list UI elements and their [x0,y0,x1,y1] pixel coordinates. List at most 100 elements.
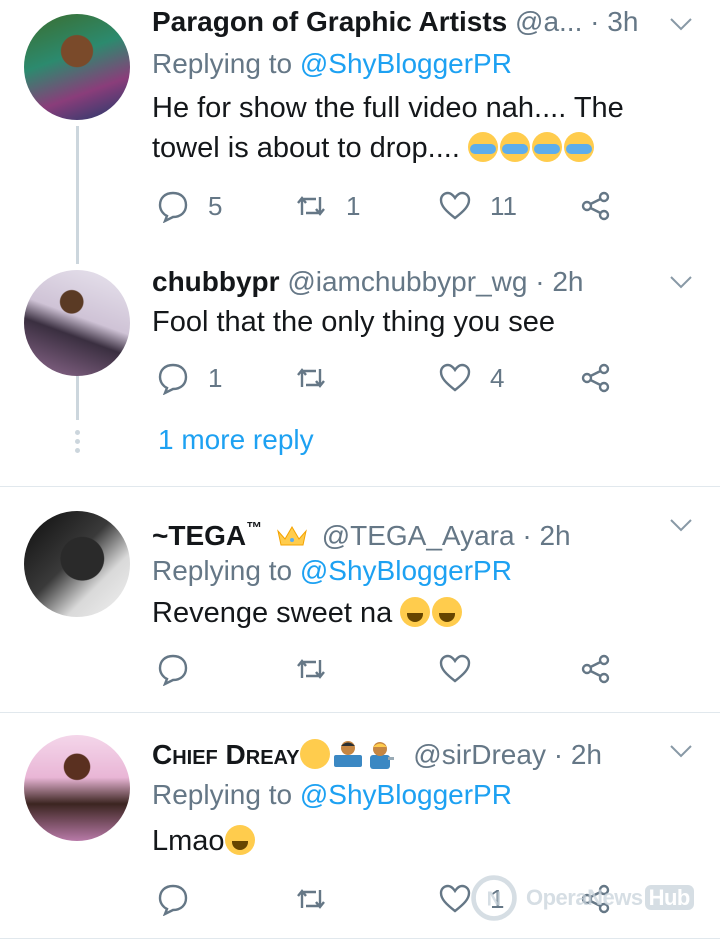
retweet-icon [297,368,325,388]
replying-to-label: Replying to [152,555,293,586]
avatar[interactable] [24,511,130,617]
chevron-down-icon[interactable] [668,741,694,761]
heart-icon [439,884,471,913]
user-handle[interactable]: @sirDreay [413,739,546,770]
tweet-header: chubbypr @iamchubbypr_wg · 2h [152,264,660,300]
share-icon [581,654,610,684]
thread-line [76,376,79,420]
timestamp[interactable]: 3h [607,6,638,37]
like-count: 11 [490,190,517,221]
watermark-news: News [587,885,643,910]
reply-count: 1 [208,362,223,393]
like-button[interactable] [438,649,490,689]
replying-to: Replying to @ShyBloggerPR [152,777,512,813]
thread-dots [75,430,80,457]
user-handle[interactable]: @TEGA_Ayara [322,520,515,551]
like-button[interactable]: 4 [438,358,504,398]
reply-button[interactable] [156,649,208,689]
avatar[interactable] [24,14,130,120]
opera-news-hub-watermark: N OperaNews Hub [468,870,712,926]
chevron-down-icon[interactable] [668,272,694,292]
display-name[interactable]: ~TEGA [152,520,246,551]
user-handle[interactable]: @a... [515,6,582,37]
chevron-down-icon[interactable] [668,515,694,535]
opera-news-logo-icon: N [471,875,517,921]
tweet-2[interactable]: chubbypr @iamchubbypr_wg · 2h Fool that … [0,250,720,486]
tweet-header: Chief Dreay @sirDreay · 2h [152,737,660,773]
face-with-medical-mask-icon [299,739,330,769]
heart-icon [439,654,471,683]
tweet-actions: 5 1 11 [152,186,632,226]
share-button[interactable] [578,186,612,226]
separator-dot: · [522,520,532,551]
replying-to: Replying to @ShyBloggerPR [152,553,512,589]
mention-link[interactable]: @ShyBloggerPR [300,779,512,810]
loudly-crying-face-icon [467,132,498,162]
replying-to-label: Replying to [152,48,293,79]
like-button[interactable]: 11 [438,186,517,226]
tweet-text-line: He for show the full video nah.... The [152,92,624,124]
like-count: 4 [490,362,505,393]
heart-icon [439,363,471,392]
tweet-text: Revenge sweet na [152,593,680,633]
tweet-text-body: Revenge sweet na [152,597,393,629]
share-icon [581,191,610,221]
face-with-tears-of-joy-icon [432,597,463,627]
reply-icon [158,884,188,916]
retweet-button[interactable] [294,649,346,689]
reply-button[interactable]: 5 [156,186,222,226]
mention-link[interactable]: @ShyBloggerPR [300,48,512,79]
avatar[interactable] [24,735,130,841]
timestamp[interactable]: 2h [552,266,583,297]
share-icon [581,363,610,393]
separator-dot: · [590,6,600,37]
share-button[interactable] [578,358,612,398]
chevron-down-icon[interactable] [668,14,694,34]
share-button[interactable] [578,649,612,689]
tweet-header: ~TEGA™ @TEGA_Ayara · 2h [152,511,660,554]
watermark-hub: Hub [644,885,694,910]
replying-to-label: Replying to [152,779,293,810]
tweet-text-line: towel is about to drop.... [152,128,680,168]
timestamp[interactable]: 2h [571,739,602,770]
display-name[interactable]: Paragon of Graphic Artists [152,6,507,37]
divider [0,938,720,939]
heart-icon [439,191,471,220]
display-name[interactable]: chubbypr [152,266,280,297]
retweet-button[interactable] [294,358,346,398]
thread-line [76,126,79,264]
more-replies-link[interactable]: 1 more reply [158,424,314,456]
timestamp[interactable]: 2h [539,520,570,551]
separator-dot: · [553,739,564,770]
tweet-actions [152,649,632,689]
reply-button[interactable]: 1 [156,358,222,398]
reply-button[interactable] [156,879,208,919]
loudly-crying-face-icon [563,132,594,162]
reply-icon [158,363,188,395]
reply-icon [158,654,188,686]
tweet-text-body: Lmao [152,825,225,857]
tweet-text: He for show the full video nah.... The t… [152,88,680,168]
tweet-text-line-2: towel is about to drop.... [152,132,460,164]
retweet-button[interactable]: 1 [294,186,360,226]
tweet-3[interactable]: ~TEGA™ @TEGA_Ayara · 2h Replying to @Shy… [0,487,720,711]
retweet-count: 1 [346,190,361,221]
face-with-tears-of-joy-icon [400,597,431,627]
crown-icon [277,526,307,546]
reply-icon [158,191,188,223]
tweet-1[interactable]: Paragon of Graphic Artists @a... · 3h Re… [0,0,720,264]
user-handle[interactable]: @iamchubbypr_wg [287,266,527,297]
trademark-mark: ™ [246,520,263,537]
avatar[interactable] [24,270,130,376]
tweet-header: Paragon of Graphic Artists @a... · 3h [152,4,660,40]
tweet-text: Lmao [152,821,680,861]
mention-link[interactable]: @ShyBloggerPR [300,555,512,586]
tweet-actions: 1 4 [152,358,632,398]
face-with-tears-of-joy-icon [224,825,255,855]
retweet-button[interactable] [294,879,346,919]
reply-count: 5 [208,190,223,221]
display-name[interactable]: Chief Dreay [152,739,300,770]
retweet-icon [297,196,325,216]
svg-text:N: N [487,888,502,910]
replying-to: Replying to @ShyBloggerPR [152,46,512,82]
